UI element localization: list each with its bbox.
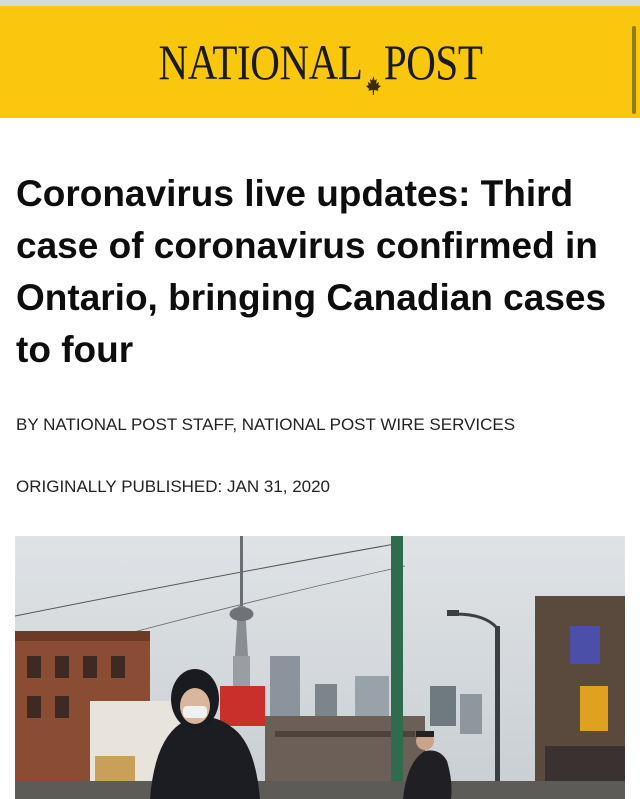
article-byline: BY NATIONAL POST STAFF, NATIONAL POST WI… — [16, 415, 516, 434]
masthead: NATIONAL POST — [0, 6, 640, 118]
published-date: ORIGINALLY PUBLISHED: JAN 31, 2020 — [16, 477, 331, 496]
street — [15, 781, 625, 799]
red-sign — [220, 686, 265, 726]
logo-text-national: NATIONAL — [158, 34, 363, 90]
skyscraper — [460, 694, 482, 734]
street-pole — [391, 536, 403, 799]
lamp-post — [495, 626, 500, 799]
logo-text-post: POST — [383, 34, 482, 90]
article-headline: Coronavirus live updates: Third case of … — [16, 173, 607, 370]
skyscraper — [430, 686, 456, 726]
scrollbar-thumb[interactable] — [632, 26, 636, 114]
skyscraper — [270, 656, 300, 716]
national-post-logo[interactable]: NATIONAL POST — [158, 33, 482, 96]
hero-image[interactable] — [15, 536, 625, 799]
maple-leaf-icon — [364, 51, 382, 96]
